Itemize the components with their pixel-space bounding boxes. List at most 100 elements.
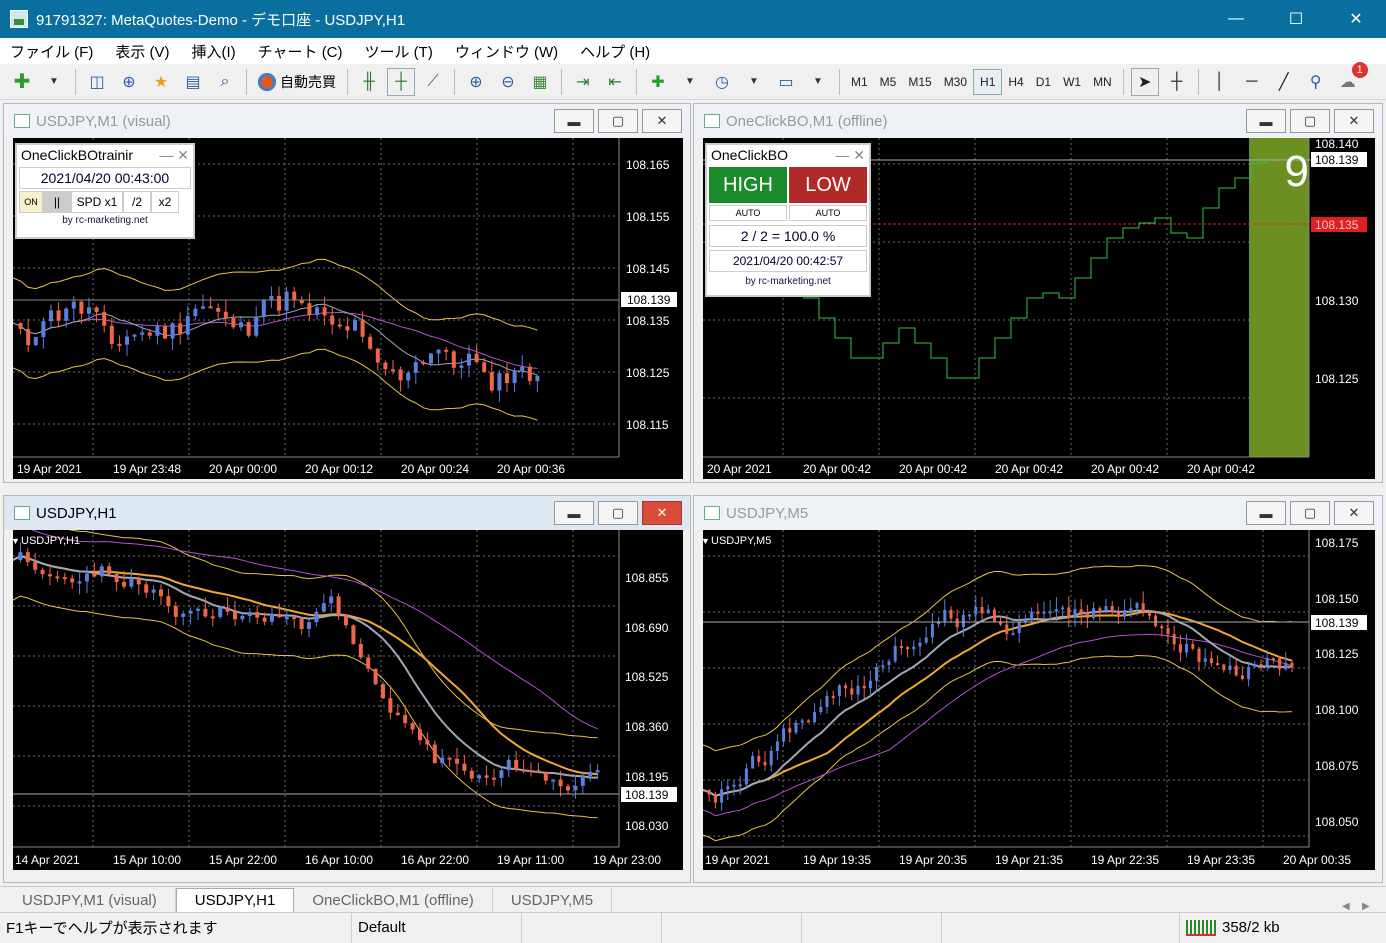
window-restore-button[interactable]: ▢	[598, 501, 638, 525]
timeframe-m30[interactable]: M30	[938, 69, 973, 95]
candle-body	[1116, 612, 1120, 617]
periods-clock-icon[interactable]: ◷	[708, 68, 736, 96]
timeframe-m5[interactable]: M5	[874, 69, 903, 95]
menu-view[interactable]: 表示 (V)	[115, 41, 169, 62]
cursor-icon[interactable]: ➤	[1130, 67, 1159, 96]
crosshair-icon[interactable]: ┼	[1163, 68, 1191, 96]
price-axis-label: 108.100	[1315, 703, 1359, 717]
zoom-in-icon[interactable]: ⊕	[462, 68, 490, 96]
chart-window-titlebar[interactable]: USDJPY,M1 (visual) ▬ ▢ ✕	[4, 104, 690, 138]
menu-help[interactable]: ヘルプ (H)	[580, 41, 650, 62]
on-button[interactable]: ON	[19, 191, 43, 213]
menu-chart[interactable]: チャート (C)	[258, 41, 343, 62]
oneclickbo-credit[interactable]: by rc-marketing.net	[707, 276, 869, 287]
menu-file[interactable]: ファイル (F)	[10, 41, 93, 62]
timeframe-h1[interactable]: H1	[973, 68, 1003, 95]
horizontal-line-icon[interactable]: ─	[1238, 68, 1266, 96]
candlestick-chart-icon[interactable]: ┼	[387, 67, 415, 96]
timeframe-m15[interactable]: M15	[902, 69, 937, 95]
window-restore-button[interactable]: ▢	[1290, 501, 1330, 525]
profiles-icon[interactable]: ◫	[83, 68, 111, 96]
timeframe-d1[interactable]: D1	[1030, 69, 1057, 95]
double-speed-button[interactable]: x2	[151, 191, 179, 213]
chart-window-oneclickbo-m1-offline[interactable]: OneClickBO,M1 (offline) ▬ ▢ ✕ 9 108.140 …	[693, 103, 1383, 483]
tab-usdjpy-h1[interactable]: USDJPY,H1	[175, 888, 295, 912]
timeframe-h4[interactable]: H4	[1002, 69, 1029, 95]
chart-window-usdjpy-m5[interactable]: USDJPY,M5 ▬ ▢ ✕ USDJPY,M5 ▼ 108.139 108.…	[693, 495, 1383, 883]
panel-close-icon[interactable]: — ✕	[835, 147, 865, 164]
dropdown-arrow-icon[interactable]: ▼	[676, 68, 704, 96]
high-auto-button[interactable]: AUTO	[709, 205, 787, 221]
candle-body	[813, 711, 817, 723]
timeframe-w1[interactable]: W1	[1057, 69, 1087, 95]
chart-window-titlebar[interactable]: USDJPY,M5 ▬ ▢ ✕	[694, 496, 1382, 530]
chart-canvas[interactable]: USDJPY,H1 ▼ 108.139 108.855 108.690 108.…	[13, 530, 683, 870]
collapse-arrow-icon[interactable]: ▼	[13, 536, 20, 546]
tab-usdjpy-m1-visual[interactable]: USDJPY,M1 (visual)	[4, 888, 176, 912]
candle-body	[216, 307, 221, 312]
speed-button[interactable]: SPD x1	[71, 191, 123, 213]
window-close-button[interactable]: ✕	[642, 501, 682, 525]
navigator-icon[interactable]: ▤	[179, 68, 207, 96]
menu-tools[interactable]: ツール (T)	[365, 41, 433, 62]
half-speed-button[interactable]: /2	[123, 191, 151, 213]
dropdown-arrow-icon[interactable]: ▼	[740, 68, 768, 96]
price-chart[interactable]: 9 108.140 108.139 108.135 108.130 108.12…	[703, 138, 1375, 479]
tile-windows-icon[interactable]: ▦	[526, 68, 554, 96]
bar-chart-icon[interactable]: ╫	[355, 68, 383, 96]
notifications-icon[interactable]: ☁ 1	[1334, 61, 1368, 96]
chart-window-usdjpy-h1[interactable]: USDJPY,H1 ▬ ▢ ✕ USDJPY,H1 ▼ 108.139 108.…	[3, 495, 691, 883]
collapse-arrow-icon[interactable]: ▼	[703, 536, 710, 546]
trainer-credit[interactable]: by rc-marketing.net	[17, 215, 193, 226]
timeframe-mn[interactable]: MN	[1087, 69, 1118, 95]
low-button[interactable]: LOW	[789, 167, 867, 203]
close-button[interactable]: ✕	[1326, 0, 1386, 38]
templates-icon[interactable]: ▭	[772, 68, 800, 96]
price-chart[interactable]: USDJPY,M5 ▼ 108.139 108.175 108.150 108.…	[703, 530, 1375, 870]
window-minimize-button[interactable]: ▬	[554, 109, 594, 133]
tab-scroll-right-icon[interactable]: ▶	[1362, 901, 1386, 912]
chart-window-titlebar[interactable]: USDJPY,H1 ▬ ▢ ✕	[4, 496, 690, 530]
chart-shift-icon[interactable]: ⇤	[601, 68, 629, 96]
crosshair-target-icon[interactable]: ⊕	[115, 68, 143, 96]
chart-window-usdjpy-m1-visual[interactable]: USDJPY,M1 (visual) ▬ ▢ ✕ 108.139 108.165…	[3, 103, 691, 483]
window-minimize-button[interactable]: ▬	[554, 501, 594, 525]
dropdown-arrow-icon[interactable]: ▼	[804, 68, 832, 96]
window-restore-button[interactable]: ▢	[1290, 109, 1330, 133]
tab-oneclickbo-m1-offline[interactable]: OneClickBO,M1 (offline)	[294, 888, 493, 912]
maximize-button[interactable]: ☐	[1266, 0, 1326, 38]
menu-insert[interactable]: 挿入(I)	[192, 41, 236, 62]
autotrade-button[interactable]: 自動売買	[254, 68, 340, 96]
window-close-button[interactable]: ✕	[1334, 501, 1374, 525]
pause-button[interactable]: ||	[43, 191, 71, 213]
chart-canvas[interactable]: USDJPY,M5 ▼ 108.139 108.175 108.150 108.…	[703, 530, 1375, 870]
vertical-line-icon[interactable]: │	[1206, 68, 1234, 96]
window-close-button[interactable]: ✕	[642, 109, 682, 133]
window-close-button[interactable]: ✕	[1334, 109, 1374, 133]
status-profile[interactable]: Default	[352, 912, 522, 943]
new-chart-icon[interactable]: ✚	[8, 68, 36, 96]
zoom-out-icon[interactable]: ⊖	[494, 68, 522, 96]
autoscroll-icon[interactable]: ⇥	[569, 68, 597, 96]
window-restore-button[interactable]: ▢	[598, 109, 638, 133]
window-minimize-button[interactable]: ▬	[1246, 501, 1286, 525]
indicators-icon[interactable]: ✚	[644, 68, 672, 96]
trendline-icon[interactable]: ╱	[1270, 68, 1298, 96]
timeframe-m1[interactable]: M1	[845, 69, 874, 95]
window-minimize-button[interactable]: ▬	[1246, 109, 1286, 133]
panel-close-icon[interactable]: — ✕	[159, 147, 189, 164]
tab-usdjpy-m5[interactable]: USDJPY,M5	[493, 888, 613, 912]
search-icon[interactable]: ⚲	[1302, 68, 1330, 96]
price-chart[interactable]: USDJPY,H1 ▼ 108.139 108.855 108.690 108.…	[13, 530, 683, 870]
low-auto-button[interactable]: AUTO	[789, 205, 867, 221]
price-chart[interactable]: 108.139 108.165 108.155 108.145 108.135 …	[13, 138, 683, 479]
strategy-tester-icon[interactable]: ⌕	[211, 68, 239, 96]
dropdown-arrow-icon[interactable]: ▼	[40, 68, 68, 96]
tab-scroll-left-icon[interactable]: ◀	[1342, 901, 1362, 912]
high-button[interactable]: HIGH	[709, 167, 787, 203]
chart-window-titlebar[interactable]: OneClickBO,M1 (offline) ▬ ▢ ✕	[694, 104, 1382, 138]
minimize-button[interactable]: —	[1206, 0, 1266, 38]
line-chart-icon[interactable]: ⟋	[419, 68, 447, 96]
favorites-icon[interactable]: ★	[147, 68, 175, 96]
menu-window[interactable]: ウィンドウ (W)	[455, 41, 558, 62]
